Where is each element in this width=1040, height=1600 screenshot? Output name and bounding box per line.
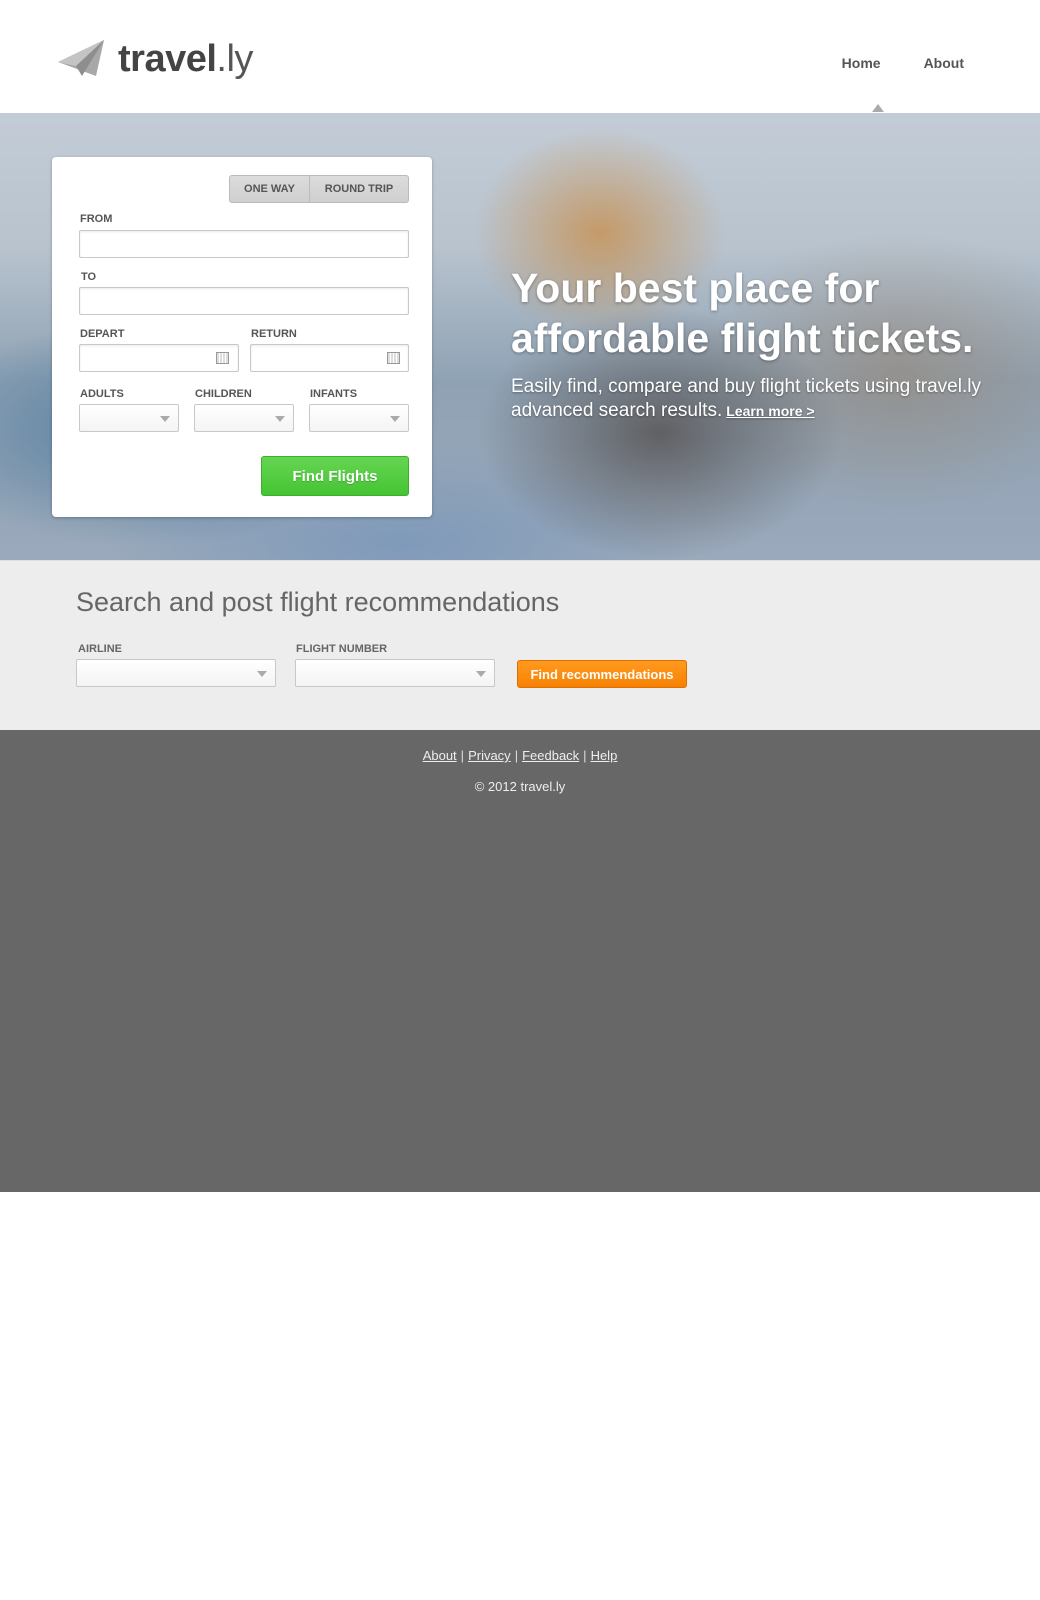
logo-name-bold: travel	[118, 38, 217, 80]
return-date-input[interactable]	[250, 344, 409, 372]
nav-active-caret-icon	[872, 104, 884, 112]
adults-select[interactable]	[79, 404, 179, 432]
paper-plane-icon	[58, 40, 104, 76]
page: travel.ly Home About ONE WAY ROUND TRIP …	[0, 0, 1040, 1600]
children-label: CHILDREN	[195, 388, 252, 400]
learn-more-link[interactable]: Learn more >	[726, 403, 814, 419]
site-header: travel.ly Home About	[0, 0, 1040, 113]
hero-title: Your best place for affordable flight ti…	[511, 265, 974, 361]
round-trip-button[interactable]: ROUND TRIP	[310, 175, 409, 203]
trip-type-toggle: ONE WAY ROUND TRIP	[229, 175, 409, 203]
footer-help-link[interactable]: Help	[591, 748, 618, 763]
flight-number-label: FLIGHT NUMBER	[296, 643, 388, 655]
nav-home-link[interactable]: Home	[842, 55, 881, 71]
chevron-down-icon	[476, 671, 486, 677]
one-way-button[interactable]: ONE WAY	[229, 175, 310, 203]
logo[interactable]: travel.ly	[58, 38, 253, 80]
site-footer: About | Privacy | Feedback | Help © 2012 trave…	[0, 730, 1040, 1192]
find-recommendations-button[interactable]: Find recommendations	[517, 660, 687, 688]
hero-banner: ONE WAY ROUND TRIP FROM TO DEPART RETURN…	[0, 113, 1040, 560]
find-flights-button[interactable]: Find Flights	[261, 456, 409, 496]
footer-separator: |	[583, 748, 587, 763]
footer-separator: |	[460, 748, 465, 763]
footer-about-link[interactable]: About	[423, 748, 457, 763]
main-nav: Home About	[842, 55, 964, 71]
depart-date-input[interactable]	[79, 344, 239, 372]
airline-label: AIRLINE	[78, 643, 122, 655]
copyright-text: © 2012 travel.ly	[474, 779, 566, 794]
chevron-down-icon	[160, 416, 170, 422]
logo-name-light: .ly	[216, 38, 253, 80]
children-select[interactable]	[194, 404, 294, 432]
from-input[interactable]	[79, 230, 409, 258]
flight-number-select[interactable]	[295, 659, 495, 687]
to-input[interactable]	[79, 287, 409, 315]
nav-about-link[interactable]: About	[924, 55, 964, 71]
from-label: FROM	[80, 213, 113, 225]
recommendations-section: Search and post flight recommendations A…	[0, 560, 1040, 730]
recommendations-title: Search and post flight recommendations	[76, 587, 560, 617]
hero-subtitle: Easily find, compare and buy flight tick…	[511, 375, 991, 423]
airline-select[interactable]	[76, 659, 276, 687]
chevron-down-icon	[390, 416, 400, 422]
chevron-down-icon	[275, 416, 285, 422]
footer-separator: |	[514, 748, 519, 763]
depart-label: DEPART	[80, 328, 125, 340]
logo-text: travel.ly	[118, 38, 253, 80]
chevron-down-icon	[257, 671, 267, 677]
footer-feedback-link[interactable]: Feedback	[522, 748, 579, 763]
depart-calendar-icon[interactable]	[216, 352, 229, 364]
footer-links: About | Privacy | Feedback | Help	[0, 748, 1040, 763]
adults-label: ADULTS	[80, 388, 124, 400]
infants-label: INFANTS	[310, 388, 358, 400]
footer-privacy-link[interactable]: Privacy	[468, 748, 511, 763]
to-label: TO	[81, 271, 97, 283]
infants-select[interactable]	[309, 404, 409, 432]
return-label: RETURN	[251, 328, 297, 340]
flight-search-form: ONE WAY ROUND TRIP FROM TO DEPART RETURN…	[52, 157, 432, 517]
return-calendar-icon[interactable]	[387, 352, 400, 364]
